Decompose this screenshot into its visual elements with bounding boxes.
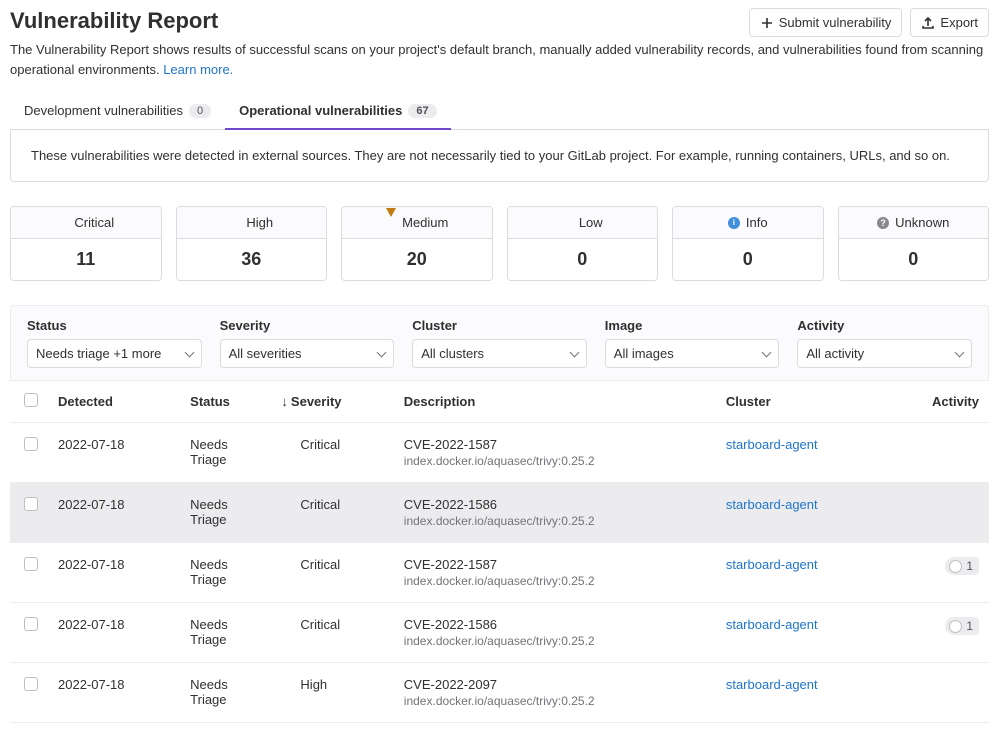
cell-status: NeedsTriage: [180, 543, 271, 603]
stat-card-unknown[interactable]: Unknown0: [838, 206, 990, 281]
chevron-down-icon: [186, 346, 193, 361]
cell-detected: 2022-07-18: [48, 663, 180, 723]
stat-card-medium[interactable]: Medium20: [341, 206, 493, 281]
plus-icon: [760, 16, 774, 30]
export-icon: [921, 16, 935, 30]
filters-bar: Status Needs triage +1 more Severity All…: [10, 305, 989, 380]
chevron-down-icon: [378, 346, 385, 361]
col-description[interactable]: Description: [394, 381, 716, 423]
stat-card-high[interactable]: High36: [176, 206, 328, 281]
critical-icon: [281, 559, 292, 570]
high-icon: [229, 217, 240, 228]
chevron-down-icon: [571, 346, 578, 361]
filter-label: Activity: [797, 318, 972, 333]
tab-development-vulnerabilities[interactable]: Development vulnerabilities0: [10, 93, 225, 130]
export-button[interactable]: Export: [910, 8, 989, 37]
medium-icon: [385, 217, 396, 228]
cell-description: CVE-2022-1586index.docker.io/aquasec/tri…: [394, 483, 716, 543]
cell-description: CVE-2022-2097index.docker.io/aquasec/tri…: [394, 663, 716, 723]
row-checkbox[interactable]: [24, 497, 38, 511]
submit-vulnerability-button[interactable]: Submit vulnerability: [749, 8, 903, 37]
row-checkbox[interactable]: [24, 437, 38, 451]
filter-label: Status: [27, 318, 202, 333]
cell-severity: Critical: [271, 423, 393, 483]
cell-severity: Critical: [271, 603, 393, 663]
row-checkbox[interactable]: [24, 617, 38, 631]
page-title: Vulnerability Report: [10, 8, 218, 34]
critical-icon: [281, 619, 292, 630]
col-severity[interactable]: ↓Severity: [271, 381, 393, 423]
cluster-link[interactable]: starboard-agent: [726, 677, 818, 692]
select-all-checkbox[interactable]: [24, 393, 38, 407]
col-detected[interactable]: Detected: [48, 381, 180, 423]
activity-badge[interactable]: 1: [945, 557, 979, 575]
cell-status: NeedsTriage: [180, 483, 271, 543]
filter-status[interactable]: Needs triage +1 more: [27, 339, 202, 368]
table-row[interactable]: 2022-07-18 NeedsTriage Critical CVE-2022…: [10, 543, 989, 603]
table-row[interactable]: 2022-07-18 NeedsTriage Critical CVE-2022…: [10, 603, 989, 663]
issue-icon: [949, 560, 962, 573]
issue-icon: [949, 620, 962, 633]
cluster-link[interactable]: starboard-agent: [726, 497, 818, 512]
unknown-icon: [877, 217, 889, 229]
table-row[interactable]: 2022-07-18 NeedsTriage Critical CVE-2022…: [10, 483, 989, 543]
table-row[interactable]: 2022-07-18 NeedsTriage Critical CVE-2022…: [10, 423, 989, 483]
stat-card-critical[interactable]: Critical11: [10, 206, 162, 281]
filter-label: Severity: [220, 318, 395, 333]
col-status[interactable]: Status: [180, 381, 271, 423]
cell-description: CVE-2022-1587index.docker.io/aquasec/tri…: [394, 543, 716, 603]
chevron-down-icon: [763, 346, 770, 361]
activity-badge[interactable]: 1: [945, 617, 979, 635]
cell-detected: 2022-07-18: [48, 603, 180, 663]
severity-stats: Critical11High36Medium20Low0Info0Unknown…: [10, 206, 989, 281]
cell-detected: 2022-07-18: [48, 543, 180, 603]
cluster-link[interactable]: starboard-agent: [726, 617, 818, 632]
col-activity[interactable]: Activity: [887, 381, 989, 423]
cell-severity: High: [271, 663, 393, 723]
col-cluster[interactable]: Cluster: [716, 381, 887, 423]
high-icon: [281, 679, 292, 690]
cell-status: NeedsTriage: [180, 603, 271, 663]
low-icon: [562, 217, 573, 228]
table-row[interactable]: 2022-07-18 NeedsTriage High CVE-2022-209…: [10, 663, 989, 723]
cell-detected: 2022-07-18: [48, 483, 180, 543]
cell-severity: Critical: [271, 543, 393, 603]
intro-text: The Vulnerability Report shows results o…: [10, 40, 989, 79]
tab-count-badge: 67: [408, 104, 436, 118]
cluster-link[interactable]: starboard-agent: [726, 557, 818, 572]
stat-card-low[interactable]: Low0: [507, 206, 659, 281]
sort-arrow-icon: ↓: [281, 394, 288, 409]
info-icon: [728, 217, 740, 229]
tabs: Development vulnerabilities0Operational …: [10, 93, 989, 130]
cell-description: CVE-2022-1586index.docker.io/aquasec/tri…: [394, 603, 716, 663]
filter-label: Cluster: [412, 318, 587, 333]
chevron-down-icon: [956, 346, 963, 361]
filter-label: Image: [605, 318, 780, 333]
cell-status: NeedsTriage: [180, 423, 271, 483]
row-checkbox[interactable]: [24, 677, 38, 691]
learn-more-link[interactable]: Learn more.: [163, 62, 233, 77]
cell-detected: 2022-07-18: [48, 423, 180, 483]
filter-activity[interactable]: All activity: [797, 339, 972, 368]
filter-image[interactable]: All images: [605, 339, 780, 368]
critical-icon: [281, 439, 292, 450]
critical-icon: [57, 217, 68, 228]
notice: These vulnerabilities were detected in e…: [10, 130, 989, 182]
cluster-link[interactable]: starboard-agent: [726, 437, 818, 452]
cell-description: CVE-2022-1587index.docker.io/aquasec/tri…: [394, 423, 716, 483]
tab-count-badge: 0: [189, 104, 211, 118]
critical-icon: [281, 499, 292, 510]
vulnerability-table: Detected Status ↓Severity Description Cl…: [10, 380, 989, 723]
tab-operational-vulnerabilities[interactable]: Operational vulnerabilities67: [225, 93, 451, 130]
filter-severity[interactable]: All severities: [220, 339, 395, 368]
filter-cluster[interactable]: All clusters: [412, 339, 587, 368]
cell-severity: Critical: [271, 483, 393, 543]
row-checkbox[interactable]: [24, 557, 38, 571]
cell-status: NeedsTriage: [180, 663, 271, 723]
stat-card-info[interactable]: Info0: [672, 206, 824, 281]
